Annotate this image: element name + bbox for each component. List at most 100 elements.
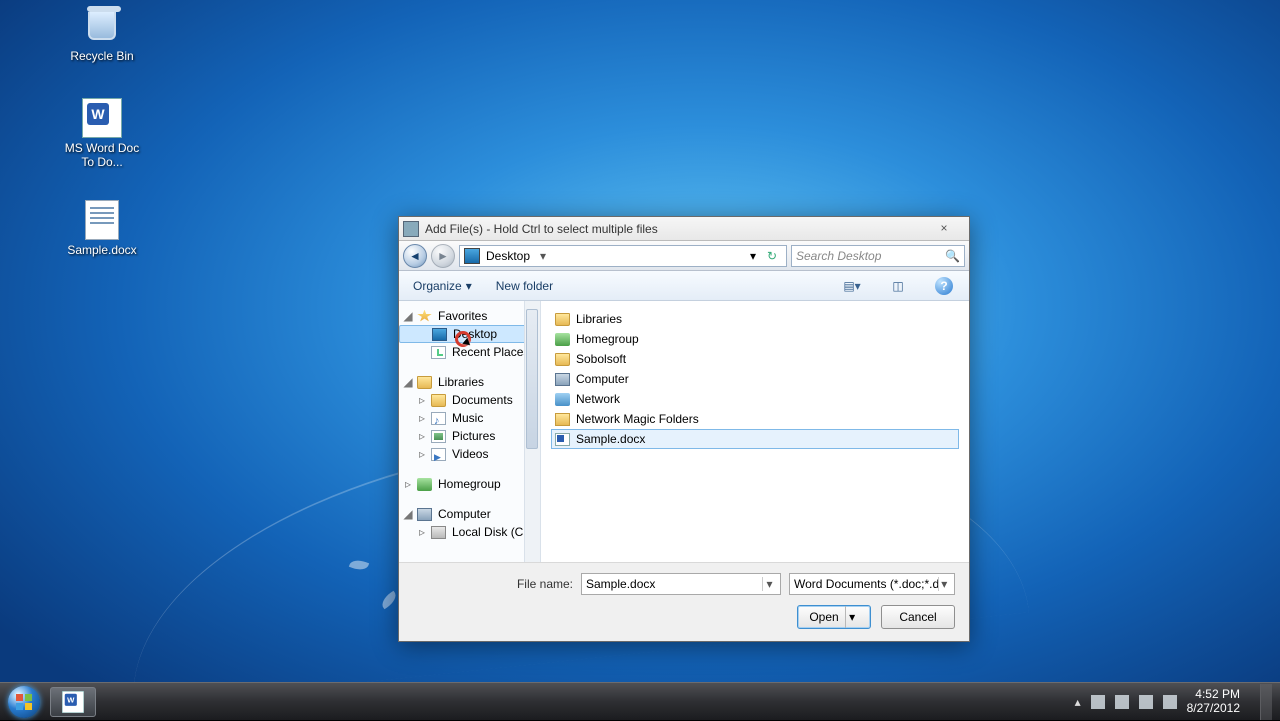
tree-computer[interactable]: ◢Computer: [399, 505, 540, 523]
toolbar: Organize▾ New folder ▤▾ ◫ ?: [399, 271, 969, 301]
tree-homegroup[interactable]: ▹Homegroup: [399, 475, 540, 493]
computer-icon: [417, 508, 432, 521]
file-item[interactable]: Network Magic Folders: [551, 409, 959, 429]
nav-row: ◄ ► Desktop ▾ ▾ ↻ Search Desktop 🔍: [399, 241, 969, 271]
file-item-label: Computer: [576, 372, 629, 386]
search-input[interactable]: Search Desktop 🔍: [791, 245, 965, 267]
refresh-button[interactable]: ↻: [762, 249, 782, 263]
chevron-down-icon[interactable]: ▾: [762, 577, 776, 591]
file-item[interactable]: Sobolsoft: [551, 349, 959, 369]
chevron-down-icon[interactable]: ▾: [938, 577, 950, 591]
docx-icon: [555, 433, 570, 446]
recent-icon: [431, 346, 446, 359]
help-button[interactable]: ?: [933, 275, 955, 297]
chevron-down-icon[interactable]: ▾: [536, 249, 550, 263]
tray-icon[interactable]: [1091, 695, 1105, 709]
open-button[interactable]: Open ▾: [797, 605, 871, 629]
desktop-icon-label: Sample.docx: [67, 244, 136, 258]
tray-icon[interactable]: [1139, 695, 1153, 709]
titlebar[interactable]: Add File(s) - Hold Ctrl to select multip…: [399, 217, 969, 241]
tree-music[interactable]: ▹Music: [399, 409, 540, 427]
nmf-icon: [555, 413, 570, 426]
wallpaper-leaf: [349, 557, 369, 573]
taskbar-app-word[interactable]: [50, 687, 96, 717]
clock[interactable]: 4:52 PM 8/27/2012: [1187, 688, 1244, 714]
file-item-label: Sobolsoft: [576, 352, 626, 366]
back-button[interactable]: ◄: [403, 244, 427, 268]
pictures-icon: [431, 430, 446, 443]
search-icon: 🔍: [945, 249, 960, 263]
word-app-icon: [82, 98, 122, 138]
view-options-button[interactable]: ▤▾: [841, 275, 863, 297]
tree-desktop[interactable]: Desktop: [399, 325, 540, 343]
fld-icon: [555, 313, 570, 326]
filename-label: File name:: [517, 577, 573, 591]
file-open-dialog: Add File(s) - Hold Ctrl to select multip…: [398, 216, 970, 642]
tree-libraries[interactable]: ◢Libraries: [399, 373, 540, 391]
net-icon: [555, 393, 570, 406]
desktop-icon-recycle-bin[interactable]: Recycle Bin: [62, 4, 142, 64]
wallpaper-leaf: [379, 591, 399, 610]
filename-input[interactable]: Sample.docx▾: [581, 573, 781, 595]
file-list[interactable]: Libraries Homegroup Sobolsoft Computer Netwo…: [541, 301, 969, 562]
tray-overflow-button[interactable]: ▴: [1075, 695, 1081, 709]
desktop-icon: [432, 328, 447, 341]
open-split-button[interactable]: ▾: [845, 606, 859, 628]
fld-icon: [555, 353, 570, 366]
file-item[interactable]: Libraries: [551, 309, 959, 329]
file-item-label: Libraries: [576, 312, 622, 326]
word-app-icon: [62, 691, 84, 713]
tree-recent-places[interactable]: Recent Places: [399, 343, 540, 361]
chevron-down-icon[interactable]: ▾: [750, 249, 756, 263]
star-icon: [417, 310, 432, 323]
tray-icon[interactable]: [1115, 695, 1129, 709]
tray-volume-icon[interactable]: [1163, 695, 1177, 709]
desktop-icon: [464, 248, 480, 264]
file-item[interactable]: Computer: [551, 369, 959, 389]
file-item-label: Network Magic Folders: [576, 412, 699, 426]
clock-date: 8/27/2012: [1187, 702, 1240, 715]
tree-pictures[interactable]: ▹Pictures: [399, 427, 540, 445]
docx-icon: [85, 200, 119, 240]
desktop-icon-word-app[interactable]: MS Word Doc To Do...: [62, 96, 142, 170]
tree-scrollbar[interactable]: [524, 301, 540, 562]
app-icon: [403, 221, 419, 237]
window-title: Add File(s) - Hold Ctrl to select multip…: [425, 222, 923, 236]
close-button[interactable]: ×: [923, 221, 965, 237]
drive-icon: [431, 526, 446, 539]
tree-videos[interactable]: ▹Videos: [399, 445, 540, 463]
preview-pane-button[interactable]: ◫: [887, 275, 909, 297]
tree-local-disk[interactable]: ▹Local Disk (C:): [399, 523, 540, 541]
folder-icon: [417, 376, 432, 389]
organize-button[interactable]: Organize▾: [413, 279, 472, 293]
system-tray: ▴ 4:52 PM 8/27/2012: [1075, 684, 1272, 720]
nav-tree[interactable]: ◢Favorites Desktop Recent Places ◢Librar…: [399, 301, 541, 562]
tree-favorites[interactable]: ◢Favorites: [399, 307, 540, 325]
file-item[interactable]: Sample.docx: [551, 429, 959, 449]
windows-orb-icon: [8, 686, 40, 718]
taskbar[interactable]: ▴ 4:52 PM 8/27/2012: [0, 682, 1280, 720]
trash-icon: [88, 12, 116, 40]
dialog-footer: File name: Sample.docx▾ Word Documents (…: [399, 562, 969, 641]
show-desktop-button[interactable]: [1260, 684, 1272, 720]
desktop-icon-label: Recycle Bin: [70, 50, 133, 64]
search-placeholder: Search Desktop: [796, 249, 881, 263]
file-item[interactable]: Homegroup: [551, 329, 959, 349]
cancel-button[interactable]: Cancel: [881, 605, 955, 629]
desktop[interactable]: Recycle Bin MS Word Doc To Do... Sample.…: [0, 0, 1280, 682]
folder-icon: [431, 394, 446, 407]
music-icon: [431, 412, 446, 425]
tree-documents[interactable]: ▹Documents: [399, 391, 540, 409]
file-item-label: Network: [576, 392, 620, 406]
forward-button[interactable]: ►: [431, 244, 455, 268]
cmp-icon: [555, 373, 570, 386]
hg-icon: [555, 333, 570, 346]
address-bar[interactable]: Desktop ▾ ▾ ↻: [459, 245, 787, 267]
new-folder-button[interactable]: New folder: [496, 279, 553, 293]
desktop-icon-sample-doc[interactable]: Sample.docx: [62, 198, 142, 258]
file-item[interactable]: Network: [551, 389, 959, 409]
file-type-filter[interactable]: Word Documents (*.doc;*.docx▾: [789, 573, 955, 595]
desktop-icon-label: MS Word Doc To Do...: [62, 142, 142, 170]
start-button[interactable]: [0, 683, 48, 721]
file-item-label: Homegroup: [576, 332, 639, 346]
